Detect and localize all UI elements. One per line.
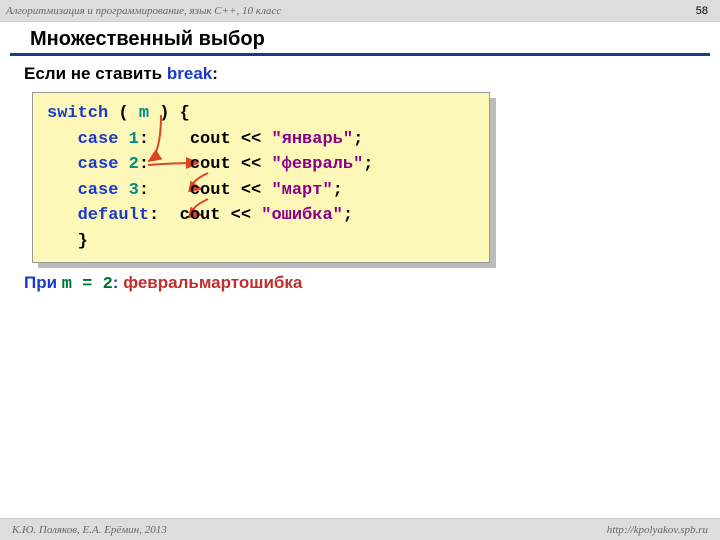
result-line: При m = 2: февральмартошибка bbox=[24, 273, 696, 294]
num: 2 bbox=[118, 155, 138, 174]
t: : cout << bbox=[139, 155, 272, 174]
num: 1 bbox=[118, 130, 138, 149]
title-area: Множественный выбор bbox=[10, 22, 710, 56]
break-keyword: break bbox=[167, 64, 212, 83]
result-colon: : bbox=[113, 273, 123, 292]
code-box: switch ( m ) { case 1: cout << "январь";… bbox=[32, 92, 490, 263]
footer-right: http://kpolyakov.spb.ru bbox=[607, 524, 708, 536]
t: : cout << bbox=[139, 130, 272, 149]
course-label: Алгоритмизация и программирование, язык … bbox=[6, 5, 281, 17]
content: Если не ставить break: switch ( m ) { bbox=[0, 64, 720, 294]
header-bar: Алгоритмизация и программирование, язык … bbox=[0, 0, 720, 22]
str: "февраль" bbox=[271, 155, 363, 174]
kw-case: case bbox=[47, 155, 118, 174]
t: ( bbox=[108, 104, 139, 123]
t: ; bbox=[353, 130, 363, 149]
code-line-3: case 2: cout << "февраль"; bbox=[47, 152, 475, 178]
t: ) { bbox=[149, 104, 190, 123]
t: ; bbox=[363, 155, 373, 174]
result-mvar: m = 2 bbox=[62, 275, 113, 294]
code-line-4: case 3: cout << "март"; bbox=[47, 178, 475, 204]
footer: К.Ю. Поляков, Е.А. Ерёмин, 2013 http://k… bbox=[0, 518, 720, 540]
kw-default: default bbox=[47, 206, 149, 225]
subhead-prefix: Если не ставить bbox=[24, 64, 167, 83]
t: : cout << bbox=[149, 206, 261, 225]
code-line-2: case 1: cout << "январь"; bbox=[47, 127, 475, 153]
code-line-1: switch ( m ) { bbox=[47, 101, 475, 127]
code-container: switch ( m ) { case 1: cout << "январь";… bbox=[32, 92, 696, 263]
t: ; bbox=[333, 181, 343, 200]
result-output: февральмартошибка bbox=[123, 273, 302, 292]
subhead-suffix: : bbox=[212, 64, 218, 83]
subheading: Если не ставить break: bbox=[24, 64, 696, 84]
slide-title: Множественный выбор bbox=[30, 28, 690, 51]
str: "январь" bbox=[271, 130, 353, 149]
var-m: m bbox=[139, 104, 149, 123]
kw-case: case bbox=[47, 181, 118, 200]
str: "март" bbox=[271, 181, 332, 200]
t: : cout << bbox=[139, 181, 272, 200]
kw-case: case bbox=[47, 130, 118, 149]
result-label: При bbox=[24, 273, 62, 292]
code-line-6: } bbox=[47, 229, 475, 255]
kw-switch: switch bbox=[47, 104, 108, 123]
footer-left: К.Ю. Поляков, Е.А. Ерёмин, 2013 bbox=[12, 524, 167, 536]
page-number: 58 bbox=[696, 5, 708, 17]
t: ; bbox=[343, 206, 353, 225]
code-line-5: default: cout << "ошибка"; bbox=[47, 203, 475, 229]
str: "ошибка" bbox=[261, 206, 343, 225]
num: 3 bbox=[118, 181, 138, 200]
